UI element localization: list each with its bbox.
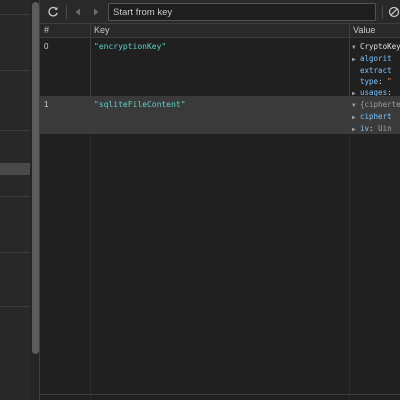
sidebar-item-selected[interactable]	[0, 163, 30, 175]
table-row[interactable]: 0 "encryptionKey" ▼ CryptoKey ▶ algorit ex…	[40, 38, 400, 99]
previous-page-button[interactable]	[68, 2, 88, 22]
sidebar-scrollbar-thumb[interactable]	[32, 2, 39, 354]
column-divider	[90, 134, 91, 400]
value-object-header[interactable]: ▼ CryptoKey	[352, 41, 400, 53]
row-key: "sqliteFileContent"	[94, 100, 186, 109]
column-header-key[interactable]: Key	[94, 25, 110, 35]
value-property[interactable]: ▶ algorit	[352, 53, 400, 65]
indexeddb-viewer: # Key Value 0 "encryptionKey" ▼CryptoKey…	[0, 0, 400, 400]
sidebar-divider	[0, 130, 30, 131]
start-from-key-input[interactable]	[108, 3, 376, 21]
sidebar-divider	[0, 70, 30, 71]
row-key: "encryptionKey"	[94, 42, 167, 51]
expand-triangle-icon[interactable]: ▼	[352, 42, 360, 53]
clear-button[interactable]	[384, 2, 400, 22]
toolbar	[40, 0, 400, 24]
sidebar-divider	[0, 306, 30, 307]
collapsed-triangle-icon[interactable]: ▶	[352, 112, 360, 123]
value-object-header[interactable]: ▼ {cipherte	[352, 99, 400, 111]
value-property[interactable]: ▶ iv: Uin	[352, 123, 400, 135]
bottom-border	[40, 394, 400, 395]
collapsed-triangle-icon[interactable]: ▶	[352, 54, 360, 65]
sidebar-divider	[0, 252, 30, 253]
toolbar-separator	[382, 5, 383, 19]
refresh-icon	[48, 6, 58, 17]
column-divider	[349, 134, 350, 400]
value-property[interactable]: ▶ ciphert	[352, 111, 400, 123]
chevron-left-icon	[75, 8, 80, 16]
next-page-button[interactable]	[86, 2, 106, 22]
column-divider[interactable]	[349, 24, 350, 134]
column-divider[interactable]	[90, 24, 91, 134]
left-sidebar	[0, 0, 30, 400]
row-index: 1	[44, 100, 49, 109]
refresh-button[interactable]	[43, 2, 63, 22]
toolbar-separator	[66, 5, 67, 19]
column-header-index[interactable]: #	[44, 25, 49, 35]
grid-header: # Key Value	[40, 24, 400, 38]
data-pane: # Key Value 0 "encryptionKey" ▼CryptoKey…	[40, 0, 400, 400]
chevron-right-icon	[94, 8, 99, 16]
table-row-selected[interactable]: 1 "sqliteFileContent" ▼ {cipherte ▶ cipher…	[40, 96, 400, 134]
value-property: type: "	[360, 77, 392, 86]
row-index: 0	[44, 42, 49, 51]
clear-icon	[388, 6, 400, 18]
sidebar-divider	[0, 14, 30, 15]
value-property: extract	[360, 66, 392, 75]
column-header-value[interactable]: Value	[353, 25, 375, 35]
expand-triangle-icon[interactable]: ▼	[352, 100, 360, 111]
row-value: ▼ CryptoKey ▶ algorit extract type: " ▶ usa…	[352, 41, 400, 99]
collapsed-triangle-icon[interactable]: ▶	[352, 124, 360, 135]
sidebar-divider	[0, 196, 30, 197]
row-value: ▼ {cipherte ▶ ciphert ▶ iv: Uin	[352, 99, 400, 135]
